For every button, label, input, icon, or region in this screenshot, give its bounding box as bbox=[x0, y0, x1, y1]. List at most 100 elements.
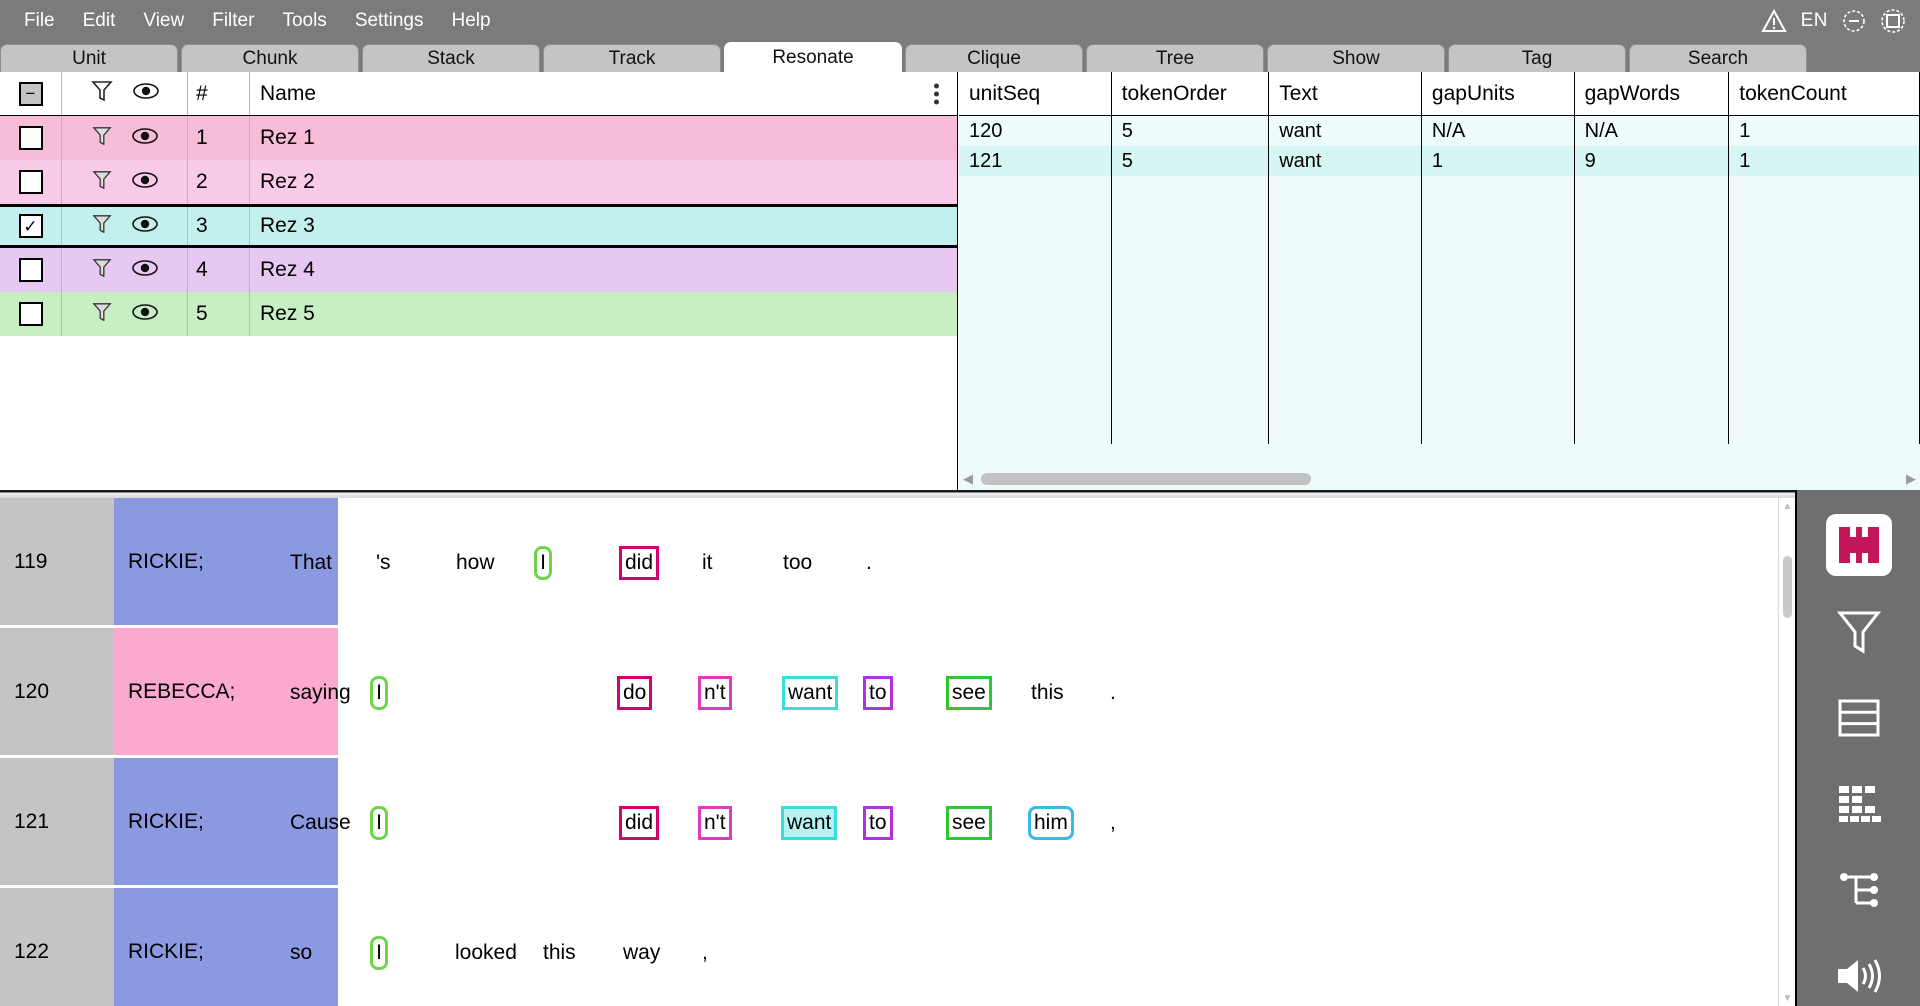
tab-tree[interactable]: Tree bbox=[1086, 44, 1264, 72]
menu-item-tools[interactable]: Tools bbox=[268, 6, 340, 36]
minimize-circle-icon[interactable] bbox=[1842, 9, 1866, 33]
transcript-token[interactable]: too bbox=[783, 546, 812, 580]
transcript-token[interactable]: way bbox=[623, 936, 660, 970]
row-name[interactable]: Rez 1 bbox=[250, 116, 957, 160]
grid-column-header-tokenCount[interactable]: tokenCount bbox=[1729, 72, 1920, 115]
row-name[interactable]: Rez 4 bbox=[250, 248, 957, 292]
grid-row[interactable]: 120 5 want N/A N/A 1 bbox=[959, 116, 1920, 146]
grid-column-header-unitSeq[interactable]: unitSeq bbox=[959, 72, 1112, 115]
funnel-icon[interactable] bbox=[91, 213, 112, 240]
transcript-vertical-scrollbar[interactable]: ▲ ▼ bbox=[1778, 498, 1795, 1006]
rows-list-icon[interactable] bbox=[1823, 688, 1895, 748]
grid-column-header-tokenOrder[interactable]: tokenOrder bbox=[1112, 72, 1270, 115]
maximize-square-icon[interactable] bbox=[1880, 8, 1906, 34]
grid-column-header-Text[interactable]: Text bbox=[1269, 72, 1422, 115]
transcript-token[interactable]: . bbox=[866, 546, 872, 580]
triangle-left-icon[interactable]: ◀ bbox=[959, 471, 977, 487]
tab-search[interactable]: Search bbox=[1629, 44, 1807, 72]
menu-item-settings[interactable]: Settings bbox=[341, 6, 438, 36]
grid-row[interactable]: 121 5 want 1 9 1 bbox=[959, 146, 1920, 176]
transcript-token[interactable]: did bbox=[619, 806, 660, 840]
tab-chunk[interactable]: Chunk bbox=[181, 44, 359, 72]
select-all-checkbox[interactable]: − bbox=[18, 81, 43, 106]
transcript-token[interactable]: I bbox=[370, 806, 388, 840]
transcript-token[interactable]: That bbox=[290, 546, 332, 580]
transcript-token[interactable]: n't bbox=[698, 676, 732, 710]
triangle-right-icon[interactable]: ▶ bbox=[1902, 471, 1920, 487]
tab-track[interactable]: Track bbox=[543, 44, 721, 72]
transcript-token[interactable]: to bbox=[863, 806, 893, 840]
transcript-token[interactable]: . bbox=[1110, 676, 1116, 710]
transcript-token[interactable]: see bbox=[946, 806, 992, 840]
eye-icon[interactable] bbox=[131, 303, 158, 326]
transcript-row[interactable]: 121 RICKIE; Cause Idid n't want to see him, bbox=[0, 758, 1795, 888]
row-checkbox[interactable] bbox=[18, 126, 43, 150]
hscroll-thumb[interactable] bbox=[981, 473, 1311, 485]
transcript-token[interactable]: want bbox=[781, 806, 838, 840]
transcript-token[interactable]: see bbox=[946, 676, 992, 710]
tab-tag[interactable]: Tag bbox=[1448, 44, 1626, 72]
column-header-num[interactable]: # bbox=[188, 72, 250, 115]
transcript-token[interactable]: want bbox=[782, 676, 839, 710]
row-name[interactable]: Rez 5 bbox=[250, 292, 957, 336]
transcript-token[interactable]: , bbox=[1110, 806, 1116, 840]
funnel-icon[interactable] bbox=[91, 257, 112, 284]
row-checkbox-cell[interactable] bbox=[0, 116, 62, 160]
list-row[interactable]: 2 Rez 2 bbox=[0, 160, 957, 204]
grid-column-header-gapWords[interactable]: gapWords bbox=[1575, 72, 1730, 115]
transcript-token[interactable]: him bbox=[1028, 806, 1074, 840]
grid-horizontal-scrollbar[interactable]: ◀ ▶ bbox=[959, 468, 1920, 490]
list-row[interactable]: ✓ 3 Rez 3 bbox=[0, 204, 957, 248]
row-name[interactable]: Rez 3 bbox=[250, 207, 957, 245]
transcript-token[interactable]: , bbox=[702, 936, 708, 970]
row-checkbox[interactable] bbox=[18, 302, 43, 326]
menu-item-filter[interactable]: Filter bbox=[198, 6, 268, 36]
tab-stack[interactable]: Stack bbox=[362, 44, 540, 72]
transcript-row[interactable]: 120 REBECCA; saying Ido n't want to see this. bbox=[0, 628, 1795, 758]
transcript-token[interactable]: this bbox=[543, 936, 576, 970]
menu-item-help[interactable]: Help bbox=[437, 6, 504, 36]
transcript-token[interactable]: it bbox=[702, 546, 713, 580]
transcript-row[interactable]: 122 RICKIE; so Ilooked this way, bbox=[0, 888, 1795, 1006]
funnel-icon[interactable] bbox=[90, 79, 113, 108]
funnel-icon[interactable] bbox=[91, 301, 112, 328]
transcript-token[interactable]: Cause bbox=[290, 806, 351, 840]
transcript-token[interactable]: n't bbox=[698, 806, 732, 840]
transcript-row[interactable]: 119 RICKIE; That's how Idid it too. bbox=[0, 498, 1795, 628]
tree-icon[interactable] bbox=[1823, 860, 1895, 920]
tab-show[interactable]: Show bbox=[1267, 44, 1445, 72]
eye-icon[interactable] bbox=[131, 215, 158, 238]
hscroll-track[interactable] bbox=[977, 468, 1902, 490]
transcript-token[interactable]: looked bbox=[455, 936, 517, 970]
panel-splitter[interactable] bbox=[0, 490, 1920, 498]
row-checkbox-cell[interactable] bbox=[0, 248, 62, 292]
eye-icon[interactable] bbox=[131, 171, 158, 194]
column-header-name[interactable]: Name bbox=[250, 72, 957, 115]
funnel-icon[interactable] bbox=[91, 169, 112, 196]
row-checkbox-cell[interactable]: ✓ bbox=[0, 207, 62, 245]
transcript-token[interactable]: this bbox=[1031, 676, 1064, 710]
select-all-cell[interactable]: − bbox=[0, 72, 62, 115]
transcript-token[interactable]: I bbox=[370, 676, 388, 710]
row-checkbox[interactable] bbox=[18, 170, 43, 194]
vscroll-thumb[interactable] bbox=[1783, 556, 1792, 618]
transcript-token[interactable]: I bbox=[534, 546, 552, 580]
row-checkbox[interactable]: ✓ bbox=[18, 214, 43, 238]
triangle-down-icon[interactable]: ▼ bbox=[1779, 990, 1796, 1006]
menu-item-view[interactable]: View bbox=[129, 6, 198, 36]
transcript-token[interactable]: 's bbox=[376, 546, 391, 580]
transcript-token[interactable]: how bbox=[456, 546, 495, 580]
eye-icon[interactable] bbox=[131, 127, 158, 150]
transcript-token[interactable]: saying bbox=[290, 676, 351, 710]
eye-icon[interactable] bbox=[131, 259, 158, 282]
eye-icon[interactable] bbox=[132, 82, 159, 105]
list-row[interactable]: 1 Rez 1 bbox=[0, 116, 957, 160]
grid-mosaic-icon[interactable] bbox=[1823, 774, 1895, 834]
tab-resonate[interactable]: Resonate bbox=[724, 42, 902, 72]
hnc-logo-icon[interactable] bbox=[1825, 514, 1892, 576]
grid-column-header-gapUnits[interactable]: gapUnits bbox=[1422, 72, 1575, 115]
funnel-icon[interactable] bbox=[91, 125, 112, 152]
row-checkbox-cell[interactable] bbox=[0, 160, 62, 204]
row-checkbox-cell[interactable] bbox=[0, 292, 62, 336]
row-name[interactable]: Rez 2 bbox=[250, 160, 957, 204]
